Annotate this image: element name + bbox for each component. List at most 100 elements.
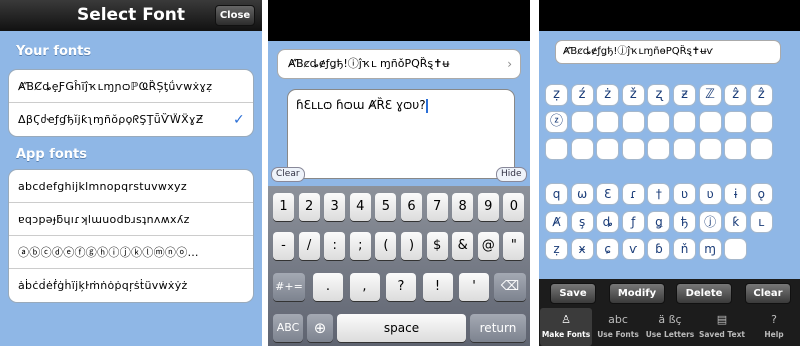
globe-icon[interactable]: ⊕ (307, 314, 333, 342)
tab-saved-text[interactable]: ▤ Saved Text (696, 308, 748, 346)
glyph-key[interactable] (749, 111, 773, 133)
glyph-key[interactable]: ӿ (570, 238, 594, 260)
tab-use-fonts[interactable]: abc Use Fonts (592, 308, 644, 346)
key-digit[interactable]: 1 (273, 193, 294, 221)
glyph-key[interactable]: ʐ (647, 84, 671, 106)
key-digit[interactable]: 9 (477, 193, 499, 221)
glyph-key[interactable] (749, 138, 773, 160)
glyph-key[interactable]: ʟ (749, 211, 773, 233)
key-symbol[interactable]: ) (401, 232, 422, 260)
tab-use-letters[interactable]: ä ßç Use Letters (644, 308, 696, 346)
glyph-key[interactable] (647, 138, 671, 160)
glyph-key[interactable] (724, 238, 748, 260)
symbols-key[interactable]: #+= (273, 273, 305, 301)
glyph-key[interactable]: ȡ (596, 211, 620, 233)
glyph-key[interactable]: ň (673, 238, 696, 260)
return-key[interactable]: return (470, 314, 526, 342)
clear-button[interactable]: Clear (745, 283, 791, 304)
glyph-key[interactable] (698, 111, 722, 133)
key-symbol[interactable]: : (324, 232, 346, 260)
glyph-key[interactable]: ƒ (621, 211, 645, 233)
glyph-key[interactable] (673, 111, 696, 133)
key-digit[interactable]: 5 (375, 193, 397, 221)
glyph-key[interactable] (698, 138, 722, 160)
glyph-key[interactable]: ş (570, 211, 594, 233)
key-symbol[interactable]: @ (477, 232, 499, 260)
glyph-key[interactable] (673, 138, 696, 160)
key-digit[interactable]: 6 (401, 193, 422, 221)
key-symbol[interactable]: " (503, 232, 525, 260)
glyph-key[interactable]: ℤ (698, 84, 722, 106)
key-punctuation[interactable]: ' (459, 273, 489, 301)
text-editor[interactable]: ɦƐʟʟѻ ɦѻɯ ȺȐƐ ɣѻυ? (287, 89, 515, 179)
glyph-key[interactable]: ʋ (698, 183, 722, 205)
glyph-key[interactable]: ɨ (724, 183, 748, 205)
close-button[interactable]: Close (215, 5, 255, 26)
key-punctuation[interactable]: , (349, 273, 380, 301)
glyph-key[interactable]: q (545, 183, 568, 205)
font-row[interactable]: ȺƁȻȡȩƑǤĥĩĵҡʟɱɲѻℙҨȐȘƫǘѵwẋɣẓ (9, 70, 253, 103)
glyph-key[interactable] (596, 111, 620, 133)
key-punctuation[interactable]: ? (386, 273, 416, 301)
glyph-key[interactable]: ʋ (673, 183, 696, 205)
glyph-key[interactable] (570, 111, 594, 133)
space-key[interactable]: space (337, 314, 466, 342)
font-preview-field[interactable]: ȺƁȼȡɇƒǥђ!ⓙĵҡʟɱñɵPQȐȿ✝ʉѵ (555, 40, 781, 64)
glyph-key[interactable]: ɱ (698, 238, 722, 260)
abc-key[interactable]: ABC (273, 314, 303, 342)
glyph-key[interactable] (570, 138, 594, 160)
key-punctuation[interactable]: ! (422, 273, 453, 301)
glyph-key[interactable]: ǫ (749, 183, 773, 205)
glyph-key[interactable]: ẓ (545, 238, 568, 260)
key-punctuation[interactable]: . (313, 273, 343, 301)
glyph-key[interactable] (621, 111, 645, 133)
key-symbol[interactable]: & (452, 232, 474, 260)
clear-button[interactable]: Clear (271, 167, 305, 182)
glyph-key[interactable]: ẓ (545, 84, 568, 106)
glyph-key[interactable]: ƶ (673, 84, 696, 106)
hide-button[interactable]: Hide (496, 167, 527, 182)
save-button[interactable]: Save (550, 283, 596, 304)
key-symbol[interactable]: ( (375, 232, 397, 260)
glyph-key[interactable]: ɓ (647, 238, 671, 260)
key-digit[interactable]: 4 (349, 193, 371, 221)
backspace-icon[interactable]: ⌫ (494, 273, 526, 301)
key-digit[interactable]: 0 (503, 193, 525, 221)
key-digit[interactable]: 3 (324, 193, 346, 221)
key-digit[interactable]: 7 (426, 193, 448, 221)
glyph-key[interactable] (621, 138, 645, 160)
key-symbol[interactable]: / (298, 232, 320, 260)
glyph-key[interactable]: ž (621, 84, 645, 106)
glyph-key[interactable]: ѵ (621, 238, 645, 260)
font-row[interactable]: ȧḃċḋėḟġḣïjķŀṁṅȯṗqŗṡṫüvẇẋẏż (9, 269, 253, 302)
glyph-key[interactable]: ẑ (749, 84, 773, 106)
glyph-key[interactable]: ź (570, 84, 594, 106)
glyph-key[interactable]: ƙ (724, 211, 748, 233)
tab-make-fonts[interactable]: ♙ Make Fonts (540, 308, 592, 346)
delete-button[interactable]: Delete (676, 283, 732, 304)
glyph-key[interactable]: ⓙ (698, 211, 722, 233)
font-row[interactable]: ΔβϚძҽƒɠђĭϳƙʅɱñŏρϙᖇŞŢǖѶẄẌɣƵ ✓ (9, 103, 253, 136)
key-digit[interactable]: 2 (298, 193, 320, 221)
modify-button[interactable]: Modify (609, 283, 665, 304)
font-row[interactable]: abcdefghijklmnopqrstuvwxyz (9, 170, 253, 203)
glyph-key[interactable]: ⓩ (545, 111, 568, 133)
glyph-key[interactable]: ɾ (621, 183, 645, 205)
glyph-key[interactable] (724, 111, 748, 133)
glyph-key[interactable]: ђ (673, 211, 696, 233)
key-symbol[interactable]: $ (426, 232, 448, 260)
glyph-key[interactable]: ż (596, 84, 620, 106)
key-symbol[interactable]: ; (349, 232, 371, 260)
font-selector[interactable]: ȺƁȼȡɇƒǥђ!ⓘĵҡʟ ɱñǒPQȐȿ✝ʉ › (277, 49, 521, 79)
key-symbol[interactable]: - (273, 232, 294, 260)
glyph-key[interactable]: ω (570, 183, 594, 205)
font-row[interactable]: ⓐⓑⓒⓓⓔⓕⓖⓗⓘⓙⓚⓛⓜⓝⓞ… (9, 236, 253, 269)
tab-help[interactable]: ? Help (748, 308, 800, 346)
glyph-key[interactable] (545, 138, 568, 160)
glyph-key[interactable] (724, 138, 748, 160)
glyph-key[interactable]: ɕ (596, 238, 620, 260)
key-digit[interactable]: 8 (452, 193, 474, 221)
glyph-key[interactable]: ǥ (647, 211, 671, 233)
glyph-key[interactable]: Ⱥ (545, 211, 568, 233)
glyph-key[interactable] (596, 138, 620, 160)
